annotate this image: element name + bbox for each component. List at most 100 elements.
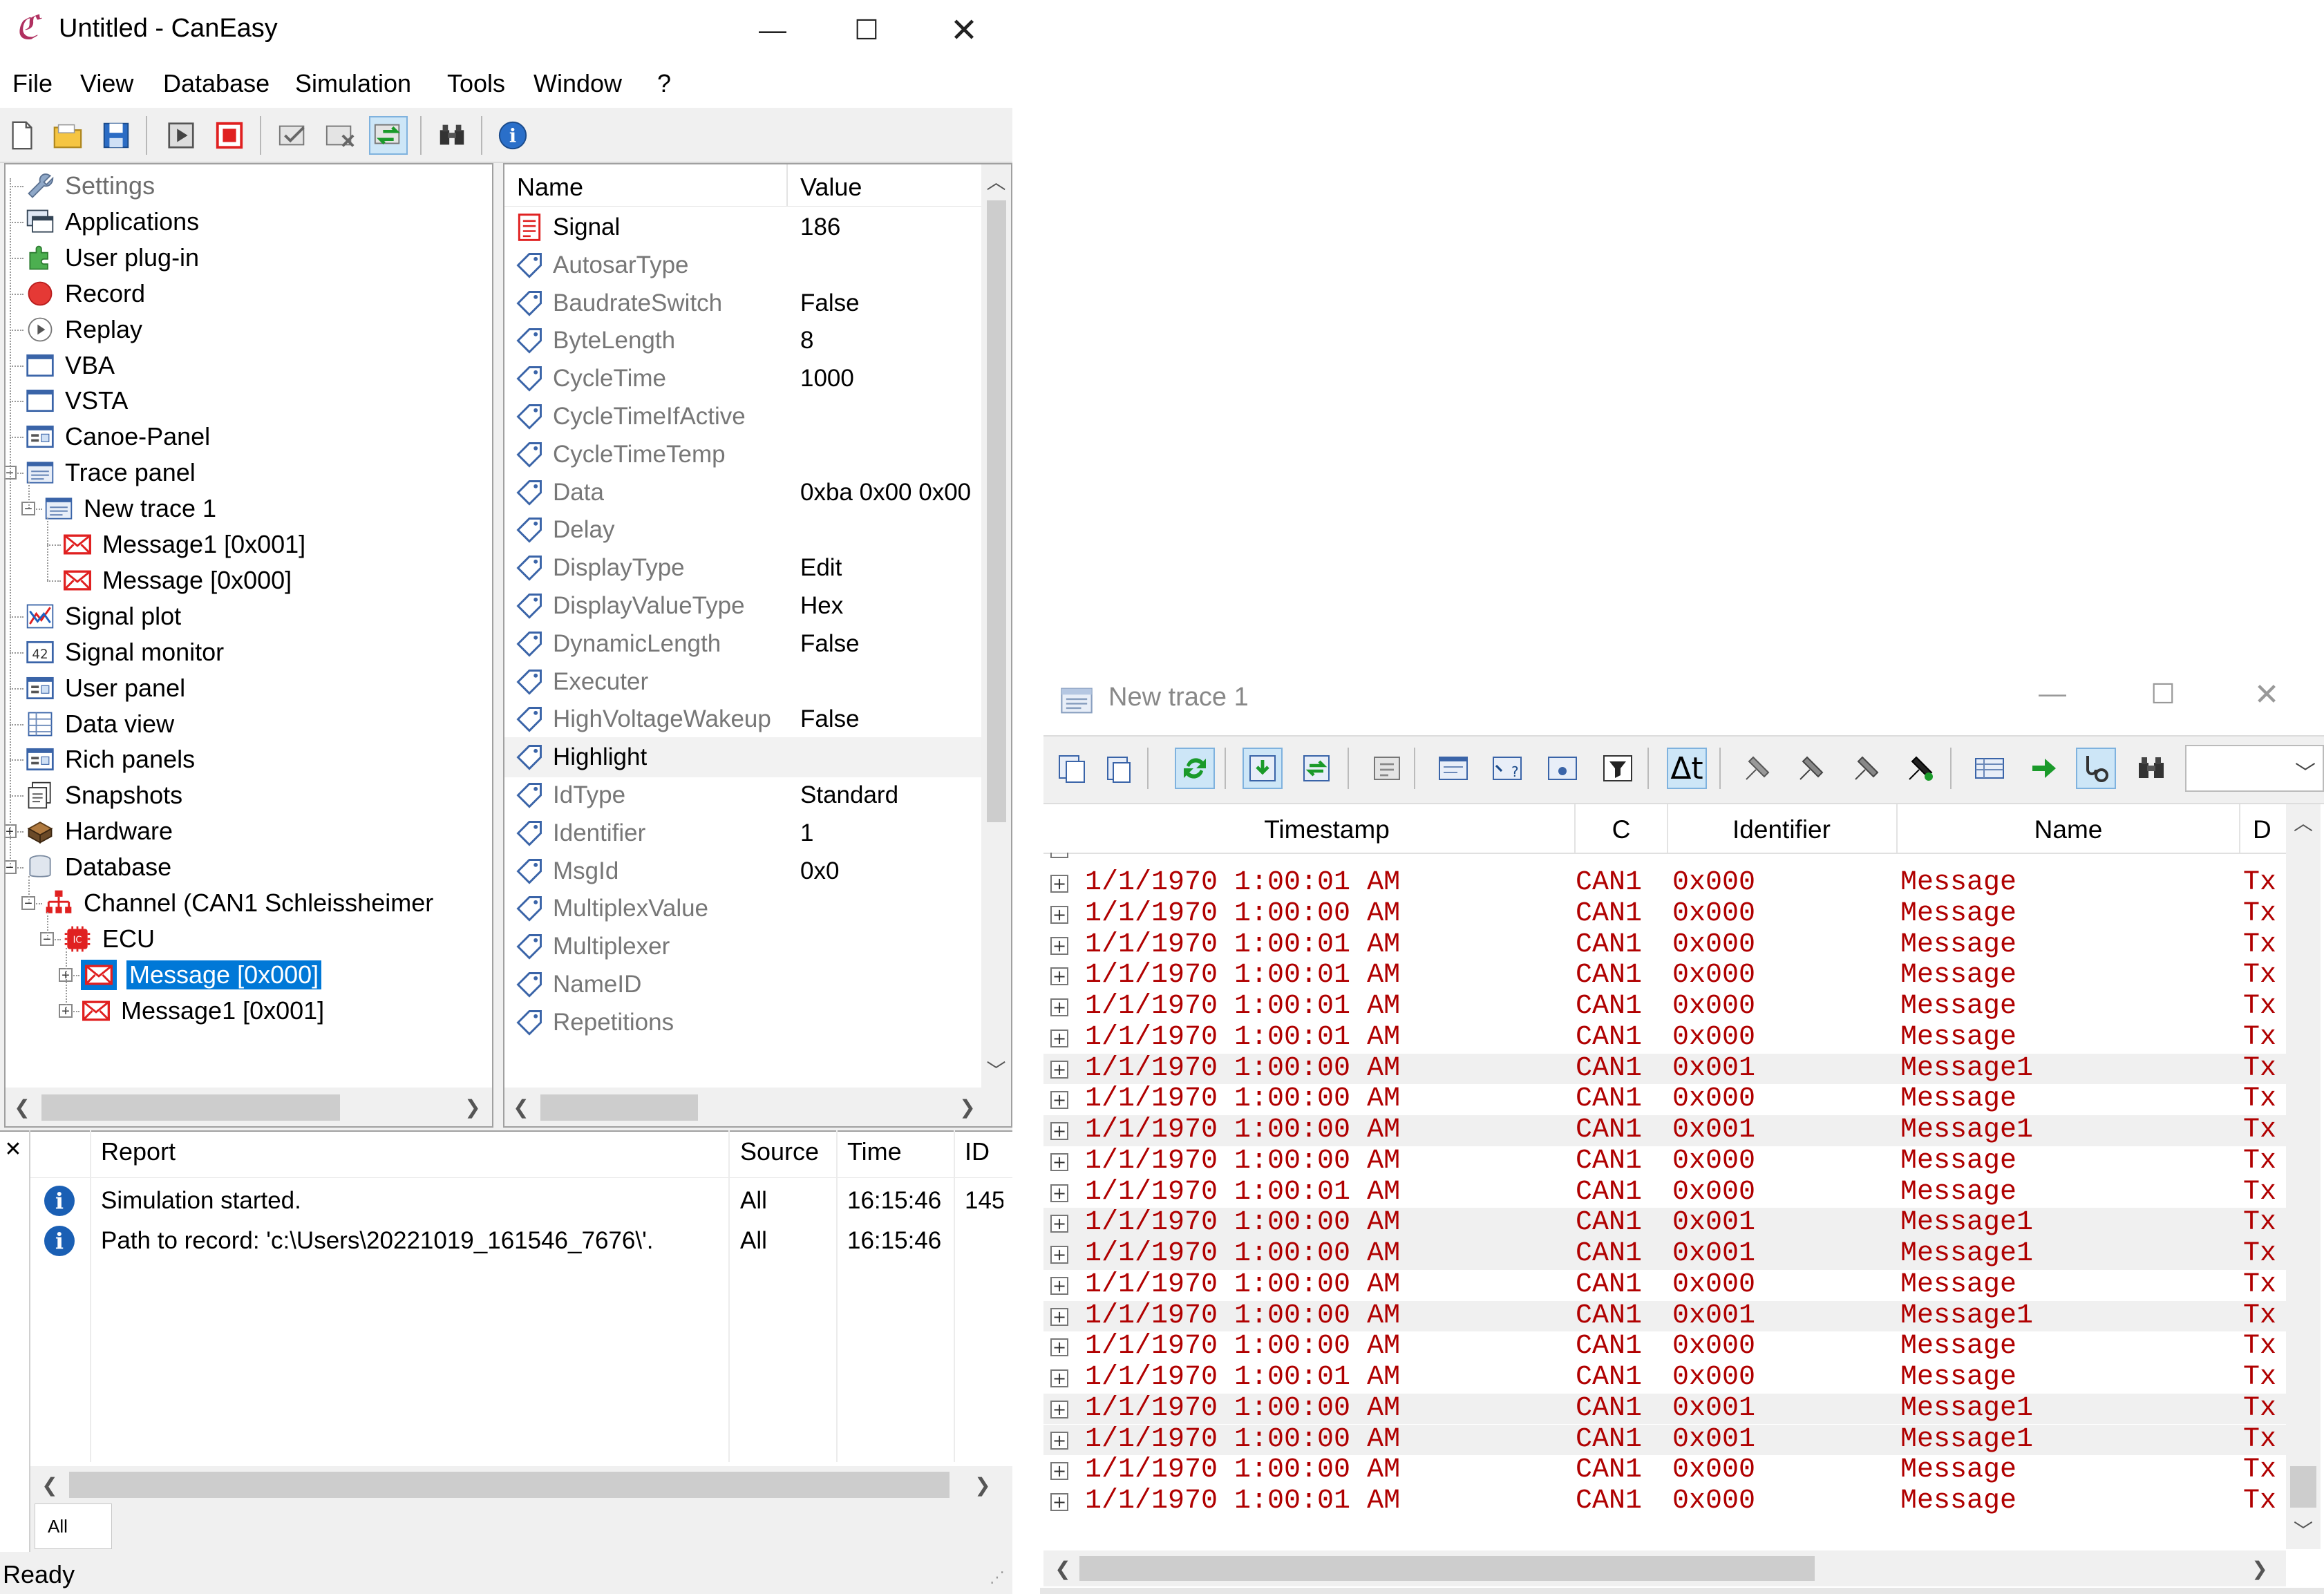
info-icon[interactable]: i xyxy=(493,116,532,155)
expand-icon[interactable]: + xyxy=(1050,1152,1068,1171)
new-file-icon[interactable] xyxy=(3,116,41,155)
column-header-identifier[interactable]: Identifier xyxy=(1668,815,1895,844)
expand-icon[interactable]: + xyxy=(1050,936,1068,955)
property-row-nameid[interactable]: NameID xyxy=(504,965,981,1005)
minimize-button[interactable]: ― xyxy=(2011,679,2094,720)
property-row-highvoltagewakeup[interactable]: HighVoltageWakeup False xyxy=(504,699,981,739)
tree-item-signal-plot[interactable]: Signal plot xyxy=(25,598,181,635)
grid-icon[interactable] xyxy=(1969,748,2010,789)
expand-icon[interactable]: + xyxy=(1050,1060,1068,1079)
tree-item-message-0x000[interactable]: Message [0x000] xyxy=(79,956,323,994)
scroll-right-icon[interactable]: ❯ xyxy=(2245,1552,2275,1585)
close-button[interactable]: ✕ xyxy=(2225,677,2308,719)
menu-help[interactable]: ? xyxy=(657,69,671,98)
expand-icon[interactable]: + xyxy=(1050,967,1068,986)
report-hscroll-thumb[interactable] xyxy=(69,1472,950,1498)
tree-item-replay[interactable]: Replay xyxy=(25,311,142,348)
check-icon[interactable] xyxy=(274,116,312,155)
menu-tools[interactable]: Tools xyxy=(447,69,505,98)
scroll-left-icon[interactable]: ❮ xyxy=(1048,1552,1078,1585)
tree-item-rich-panels[interactable]: Rich panels xyxy=(25,741,195,778)
trace-vscroll-thumb[interactable] xyxy=(2290,1466,2316,1508)
column-header-report[interactable]: Report xyxy=(101,1137,176,1166)
trace-row[interactable]: +1/1/1970 1:00:01 AM CAN1 0x000 Message Tx xyxy=(1043,1177,2300,1208)
tree-item-channel-can1-schleissheimer[interactable]: Channel (CAN1 Schleissheimer xyxy=(44,884,433,922)
close-button[interactable]: ✕ xyxy=(916,0,1012,61)
trace-row[interactable]: +1/1/1970 1:00:00 AM CAN1 0x001 Message1 Tx xyxy=(1043,1239,2300,1270)
scroll-right-icon[interactable]: ❯ xyxy=(954,1090,981,1123)
property-row-cycletime[interactable]: CycleTime 1000 xyxy=(504,359,981,399)
expand-icon[interactable]: + xyxy=(1050,1400,1068,1419)
filter-window-icon[interactable] xyxy=(1542,748,1583,789)
trace-row[interactable]: +1/1/1970 1:00:00 AM CAN1 0x000 Message Tx xyxy=(1043,1146,2300,1177)
trace-hscroll-thumb[interactable] xyxy=(1079,1556,1815,1581)
property-row-data[interactable]: Data 0xba 0x00 0x00 xyxy=(504,473,981,513)
trace-row[interactable]: +1/1/1970 1:00:00 AM CAN1 0x000 Message Tx xyxy=(1043,898,2300,930)
scroll-right-icon[interactable]: ❯ xyxy=(967,1469,998,1501)
tree-item-settings[interactable]: Settings xyxy=(25,167,155,205)
trace-row[interactable]: +1/1/1970 1:00:00 AM CAN1 0x000 Message Tx xyxy=(1043,1269,2300,1301)
trace-row[interactable]: +1/1/1970 1:00:01 AM CAN1 0x000 Message Tx xyxy=(1043,1022,2300,1054)
property-row-bytelength[interactable]: ByteLength 8 xyxy=(504,321,981,361)
menu-database[interactable]: Database xyxy=(163,69,270,98)
property-row-multiplexvalue[interactable]: MultiplexValue xyxy=(504,889,981,929)
trace-row[interactable]: +1/1/1970 1:00:00 AM CAN1 0x001 Message1 Tx xyxy=(1043,1053,2300,1085)
report-tab-all[interactable]: All xyxy=(35,1503,112,1549)
column-header-id[interactable]: ID xyxy=(965,1137,990,1166)
expand-icon[interactable]: + xyxy=(1050,1246,1068,1264)
trace-row[interactable]: +1/1/1970 1:00:00 AM CAN1 0x001 Message1 Tx xyxy=(1043,1115,2300,1146)
menu-window[interactable]: Window xyxy=(533,69,622,98)
tree-item-snapshots[interactable]: Snapshots xyxy=(25,777,182,814)
expand-icon[interactable]: + xyxy=(1050,905,1068,924)
scroll-left-icon[interactable]: ❮ xyxy=(35,1469,65,1501)
property-row-repetitions[interactable]: Repetitions xyxy=(504,1003,981,1043)
delta-time-icon[interactable]: Δt xyxy=(1667,748,1707,789)
column-header-timestamp[interactable]: Timestamp xyxy=(1085,815,1569,844)
expand-icon[interactable]: + xyxy=(1050,998,1068,1016)
property-row-delay[interactable]: Delay xyxy=(504,510,981,550)
property-row-displaytype[interactable]: DisplayType Edit xyxy=(504,548,981,588)
property-row-identifier[interactable]: Identifier 1 xyxy=(504,813,981,853)
tree-item-data-view[interactable]: Data view xyxy=(25,705,174,743)
save-icon[interactable] xyxy=(97,116,135,155)
tree-item-signal-monitor[interactable]: 42 Signal monitor xyxy=(25,634,224,671)
expand-icon[interactable]: + xyxy=(1050,1431,1068,1450)
expand-icon[interactable]: + xyxy=(1050,1338,1068,1357)
expand-icon[interactable]: + xyxy=(1050,875,1068,893)
scroll-down-icon[interactable]: ﹀ xyxy=(2286,1513,2321,1546)
property-row-cycletimeifactive[interactable]: CycleTimeIfActive xyxy=(504,397,981,437)
scroll-left-icon[interactable]: ❮ xyxy=(8,1090,36,1123)
open-folder-icon[interactable] xyxy=(48,116,87,155)
property-row-displayvaluetype[interactable]: DisplayValueType Hex xyxy=(504,586,981,626)
tree-item-database[interactable]: Database xyxy=(25,848,171,886)
trace-row[interactable]: +1/1/1970 1:00:01 AM CAN1 0x000 Message Tx xyxy=(1043,929,2300,961)
start-simulation-icon[interactable] xyxy=(162,116,200,155)
column-header-name[interactable]: Name xyxy=(1898,815,2239,844)
property-row-idtype[interactable]: IdType Standard xyxy=(504,775,981,815)
trace-row[interactable]: +1/1/1970 1:00:00 AM CAN1 0x001 Message1 Tx xyxy=(1043,1208,2300,1239)
menu-view[interactable]: View xyxy=(80,69,133,98)
minimize-button[interactable]: ― xyxy=(724,0,821,61)
expand-icon[interactable]: + xyxy=(1050,1493,1068,1511)
settings-panel-icon[interactable] xyxy=(1367,748,1407,789)
menu-file[interactable]: File xyxy=(12,69,53,98)
maximize-button[interactable]: ☐ xyxy=(818,0,915,61)
props-hscroll-thumb[interactable] xyxy=(540,1094,698,1121)
trace-row[interactable]: +1/1/1970 1:00:00 AM CAN1 0x001 Message1 Tx xyxy=(1043,1300,2300,1332)
tree-item-message1-0x001[interactable]: Message1 [0x001] xyxy=(62,526,305,563)
paste-icon[interactable] xyxy=(1099,748,1139,789)
property-row-signal[interactable]: Signal 186 xyxy=(504,207,981,247)
tree-item-message1-0x001[interactable]: Message1 [0x001] xyxy=(81,992,324,1030)
column-header-source[interactable]: Source xyxy=(740,1137,819,1166)
uncheck-icon[interactable] xyxy=(321,116,359,155)
expand-icon[interactable]: + xyxy=(1050,1276,1068,1295)
trace-row[interactable]: +1/1/1970 1:00:01 AM CAN1 0x000 Message Tx xyxy=(1043,960,2300,991)
close-report-icon[interactable]: ✕ xyxy=(0,1137,26,1161)
tree-item-message-0x000[interactable]: Message [0x000] xyxy=(62,562,292,599)
tree-item-user-panel[interactable]: User panel xyxy=(25,670,185,707)
trace-row[interactable]: +1/1/1970 1:00:01 AM CAN1 0x000 Message Tx xyxy=(1043,868,2300,899)
sync-icon[interactable] xyxy=(1296,748,1336,789)
tree-item-new-trace-1[interactable]: New trace 1 xyxy=(44,490,216,527)
trace-row[interactable]: +1/1/1970 1:00:01 AM CAN1 0x000 Message Tx xyxy=(1043,1486,2300,1517)
help-window-icon[interactable]: ? xyxy=(1487,748,1527,789)
